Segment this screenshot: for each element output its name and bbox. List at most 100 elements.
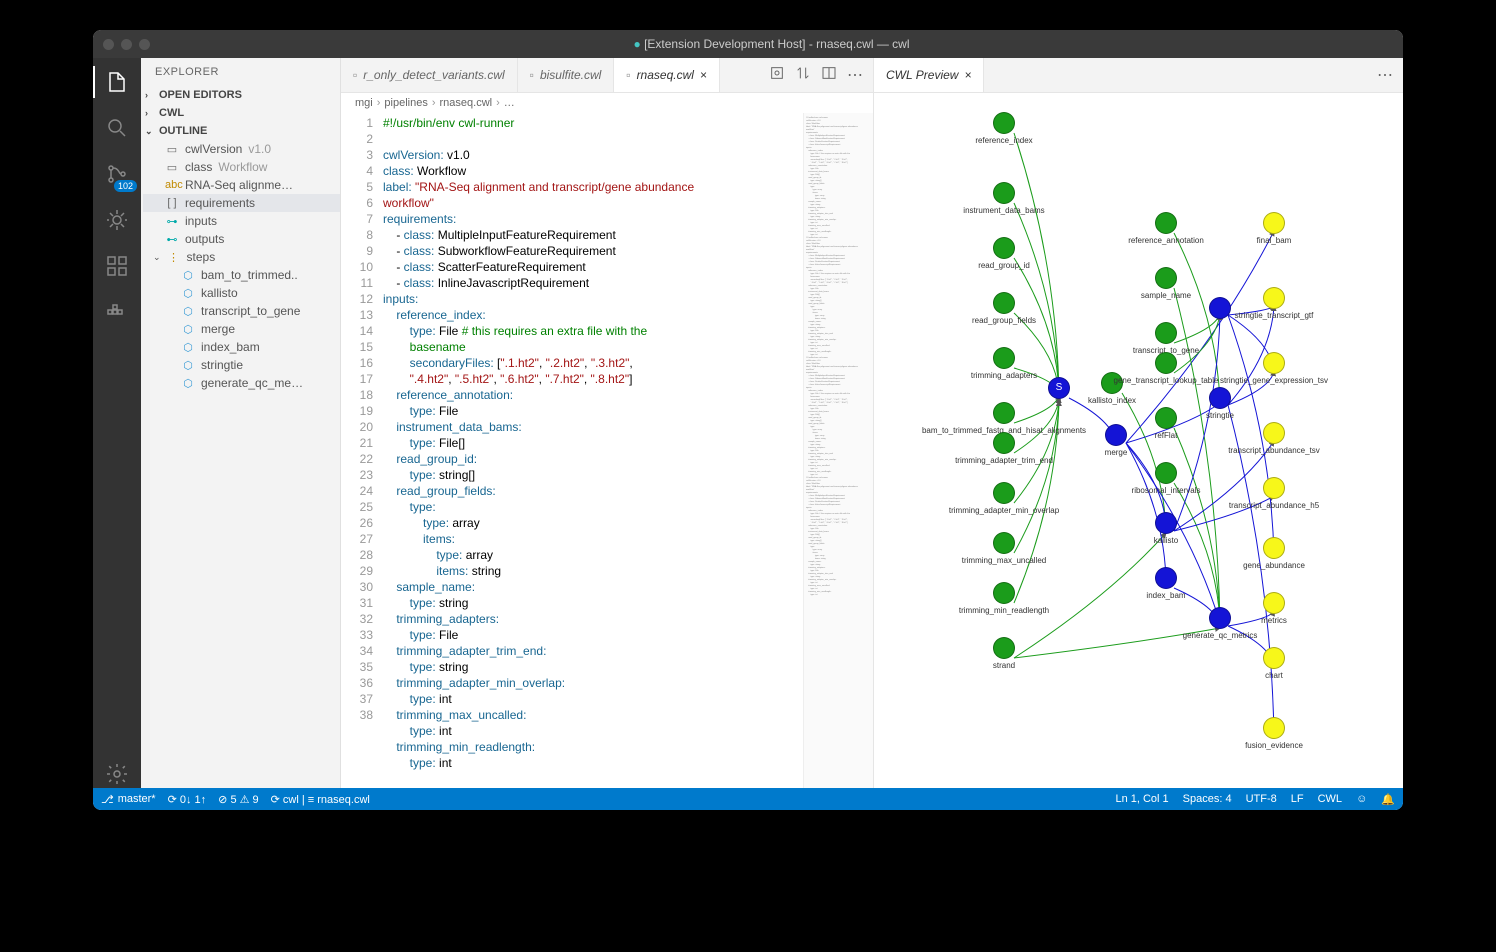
node-label: trimming_max_uncalled [962, 556, 1046, 565]
outline-class[interactable]: ▭class Workflow [143, 158, 340, 176]
graph-node-stringtie[interactable] [1209, 387, 1231, 409]
node-label: kallisto_index [1088, 396, 1136, 405]
outline-step-bam_to_trimmed-[interactable]: ⬡bam_to_trimmed.. [143, 266, 340, 284]
node-label: transcript_abundance_tsv [1228, 446, 1320, 455]
gear-icon[interactable] [103, 760, 131, 788]
graph-node-merge[interactable] [1105, 424, 1127, 446]
graph-node-stringtie_transcript_gtf[interactable] [1263, 287, 1285, 309]
outline-step-index_bam[interactable]: ⬡index_bam [143, 338, 340, 356]
graph-node-read_group_id[interactable] [993, 237, 1015, 259]
compare-icon[interactable] [795, 65, 811, 86]
tab-actions: ⋯ [759, 58, 873, 92]
graph-node-stringtie_gene_expression_tsv[interactable] [1263, 352, 1285, 374]
outline-inputs[interactable]: ⊶inputs [143, 212, 340, 230]
outline-section[interactable]: ⌄OUTLINE [141, 122, 340, 140]
outline-step-transcript_to_gene[interactable]: ⬡transcript_to_gene [143, 302, 340, 320]
close-icon[interactable]: × [964, 68, 971, 82]
search-icon[interactable] [103, 114, 131, 142]
tab-rnaseq-cwl[interactable]: ▫rnaseq.cwl × [614, 58, 720, 92]
graph-node-read_group_fields[interactable] [993, 292, 1015, 314]
encoding[interactable]: UTF-8 [1246, 793, 1277, 806]
docker-icon[interactable] [103, 298, 131, 326]
activitybar: 102 [93, 58, 141, 788]
node-label: merge [1105, 448, 1128, 457]
graph-node-strand[interactable] [993, 637, 1015, 659]
indentation[interactable]: Spaces: 4 [1183, 793, 1232, 806]
graph-node-final_bam[interactable] [1263, 212, 1285, 234]
outline-requirements[interactable]: [ ]requirements [143, 194, 340, 212]
traffic-lights[interactable] [103, 39, 150, 50]
graph-node-kallisto[interactable] [1155, 512, 1177, 534]
graph-node-index_bam[interactable] [1155, 567, 1177, 589]
node-label: trimming_adapters [971, 371, 1037, 380]
outline-step-generate_qc_me-[interactable]: ⬡generate_qc_me… [143, 374, 340, 392]
explorer-icon[interactable] [103, 68, 131, 96]
graph-preview[interactable]: reference_indexinstrument_data_bamsread_… [874, 93, 1403, 788]
graph-node-bam_to_trimmed_fastq_and_hisat_alignments[interactable] [993, 402, 1015, 424]
outline-step-kallisto[interactable]: ⬡kallisto [143, 284, 340, 302]
outline-cwlVersion[interactable]: ▭cwlVersion v1.0 [143, 140, 340, 158]
graph-node-transcript_to_gene[interactable] [1155, 322, 1177, 344]
split-icon[interactable] [821, 65, 837, 86]
lang-mode[interactable]: CWL [1318, 793, 1342, 806]
cursor-position[interactable]: Ln 1, Col 1 [1115, 793, 1168, 806]
graph-node-trimming_adapter_min_overlap[interactable] [993, 482, 1015, 504]
node-label: stringtie [1206, 411, 1234, 420]
graph-node-trimming_adapter_trim_end[interactable] [993, 432, 1015, 454]
graph-node-metrics[interactable] [1263, 592, 1285, 614]
graph-node-S[interactable]: S [1048, 377, 1070, 399]
node-label: reference_annotation [1128, 236, 1204, 245]
extensions-icon[interactable] [103, 252, 131, 280]
cwl-section[interactable]: ›CWL [141, 104, 340, 122]
node-label: final_bam [1257, 236, 1292, 245]
git-sync[interactable]: ⟳ 0↓ 1↑ [168, 793, 207, 806]
graph-node-trimming_max_uncalled[interactable] [993, 532, 1015, 554]
outline-RNA-Seq-alignme-[interactable]: abcRNA-Seq alignme… [143, 176, 340, 194]
graph-node-ribosomal_intervals[interactable] [1155, 462, 1177, 484]
graph-node-reference_annotation[interactable] [1155, 212, 1177, 234]
graph-node-generate_qc_metrics[interactable] [1209, 607, 1231, 629]
outline-outputs[interactable]: ⊷outputs [143, 230, 340, 248]
node-label: chart [1265, 671, 1283, 680]
node-label: generate_qc_metrics [1183, 631, 1258, 640]
open-editors-section[interactable]: ›OPEN EDITORS [141, 86, 340, 104]
graph-node-transcript_abundance_h5[interactable] [1263, 477, 1285, 499]
graph-node-blue[interactable] [1209, 297, 1231, 319]
eol[interactable]: LF [1291, 793, 1304, 806]
graph-node-trimming_min_readlength[interactable] [993, 582, 1015, 604]
graph-node-gene_abundance[interactable] [1263, 537, 1285, 559]
node-label: refFlat [1155, 431, 1178, 440]
minimap[interactable]: #!/usr/bin/env cwl-runnercwlVersion: v1.… [803, 113, 873, 788]
graph-node-trimming_adapters[interactable] [993, 347, 1015, 369]
node-label: trimming_adapter_min_overlap [949, 506, 1059, 515]
graph-node-refFlat[interactable] [1155, 407, 1177, 429]
feedback-icon[interactable]: ☺ [1356, 793, 1367, 806]
tab-r_only_detect_variants-cwl[interactable]: ▫r_only_detect_variants.cwl [341, 58, 518, 92]
graph-node-sample_name[interactable] [1155, 267, 1177, 289]
tab-bisulfite-cwl[interactable]: ▫bisulfite.cwl [518, 58, 615, 92]
graph-node-reference_index[interactable] [993, 112, 1015, 134]
preview-icon[interactable] [769, 65, 785, 86]
node-label: index_bam [1146, 591, 1185, 600]
close-icon[interactable]: × [700, 68, 707, 82]
graph-node-gene_transcript_lookup_table[interactable] [1155, 352, 1177, 374]
breadcrumb[interactable]: mgi›pipelines›rnaseq.cwl›… [341, 93, 873, 113]
git-branch[interactable]: ⎇ master* [101, 793, 156, 806]
outline-step-merge[interactable]: ⬡merge [143, 320, 340, 338]
bell-icon[interactable]: 🔔 [1381, 793, 1395, 806]
code-editor[interactable]: 1234567891011121314151617181920212223242… [341, 113, 873, 788]
problems[interactable]: ⊘ 5 ⚠ 9 [218, 793, 258, 806]
more-icon[interactable]: ⋯ [1377, 65, 1393, 85]
graph-node-instrument_data_bams[interactable] [993, 182, 1015, 204]
outline-steps[interactable]: ⌄⋮steps [143, 248, 340, 266]
debug-icon[interactable] [103, 206, 131, 234]
graph-node-transcript_abundance_tsv[interactable] [1263, 422, 1285, 444]
sidebar-header: EXPLORER [141, 58, 340, 86]
more-icon[interactable]: ⋯ [847, 65, 863, 85]
outline-step-stringtie[interactable]: ⬡stringtie [143, 356, 340, 374]
graph-node-chart[interactable] [1263, 647, 1285, 669]
tab-cwl-preview[interactable]: CWL Preview × [874, 58, 984, 92]
language-status[interactable]: ⟳ cwl | ≡ rnaseq.cwl [271, 793, 370, 806]
scm-icon[interactable]: 102 [103, 160, 131, 188]
graph-node-fusion_evidence[interactable] [1263, 717, 1285, 739]
